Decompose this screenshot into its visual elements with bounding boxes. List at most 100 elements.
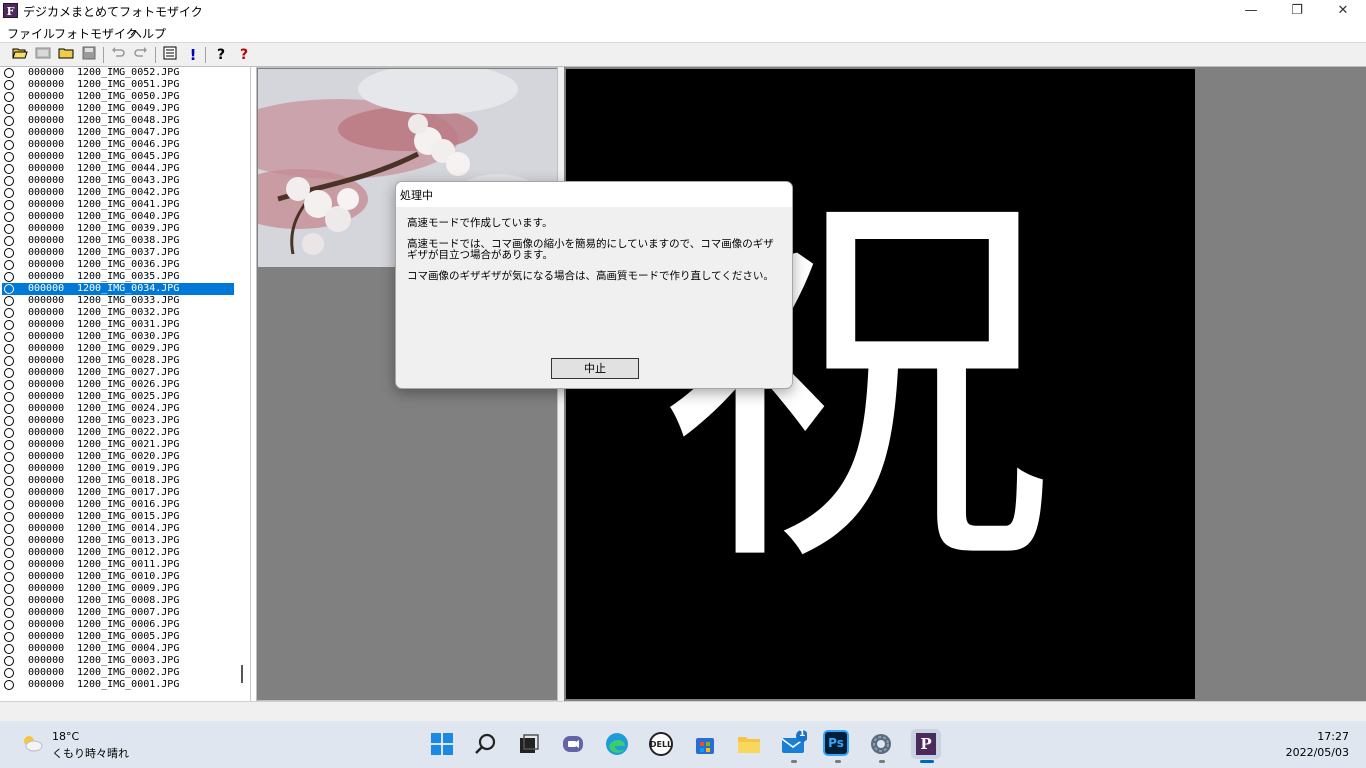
- file-list-row[interactable]: 000000 1200_IMG_0031.JPG: [0, 319, 250, 331]
- file-list[interactable]: 000000 1200_IMG_0052.JPG 000000 1200_IMG_00…: [0, 67, 251, 701]
- file-list-row[interactable]: 000000 1200_IMG_0014.JPG: [0, 523, 250, 535]
- start-icon[interactable]: [428, 730, 456, 758]
- radio-button[interactable]: [4, 296, 14, 306]
- file-list-row[interactable]: 000000 1200_IMG_0051.JPG: [0, 79, 250, 91]
- radio-button[interactable]: [4, 200, 14, 210]
- mail-icon[interactable]: 1: [779, 729, 808, 758]
- file-list-row[interactable]: 000000 1200_IMG_0017.JPG: [0, 487, 250, 499]
- open-folder-icon[interactable]: [10, 46, 30, 64]
- cancel-button[interactable]: 中止: [551, 358, 639, 379]
- file-list-row[interactable]: 000000 1200_IMG_0047.JPG: [0, 127, 250, 139]
- menu-file[interactable]: ファイル: [7, 25, 55, 42]
- radio-button[interactable]: [4, 236, 14, 246]
- radio-button[interactable]: [4, 212, 14, 222]
- file-list-row[interactable]: 000000 1200_IMG_0001.JPG: [0, 679, 250, 691]
- file-list-row[interactable]: 000000 1200_IMG_0024.JPG: [0, 403, 250, 415]
- chat-icon[interactable]: [559, 730, 587, 758]
- radio-button[interactable]: [4, 572, 14, 582]
- file-list-row[interactable]: 000000 1200_IMG_0005.JPG: [0, 631, 250, 643]
- radio-button[interactable]: [4, 644, 14, 654]
- radio-button[interactable]: [4, 368, 14, 378]
- file-list-row[interactable]: 000000 1200_IMG_0019.JPG: [0, 463, 250, 475]
- file-list-row[interactable]: 000000 1200_IMG_0052.JPG: [0, 67, 250, 79]
- file-list-row[interactable]: 000000 1200_IMG_0029.JPG: [0, 343, 250, 355]
- save-icon[interactable]: [79, 46, 99, 64]
- radio-button[interactable]: [4, 140, 14, 150]
- radio-button[interactable]: [4, 560, 14, 570]
- file-list-row[interactable]: 000000 1200_IMG_0048.JPG: [0, 115, 250, 127]
- radio-button[interactable]: [4, 548, 14, 558]
- maximize-button[interactable]: ❐: [1274, 0, 1320, 22]
- file-list-row[interactable]: 000000 1200_IMG_0021.JPG: [0, 439, 250, 451]
- search-icon[interactable]: [472, 730, 500, 758]
- file-list-row[interactable]: 000000 1200_IMG_0020.JPG: [0, 451, 250, 463]
- radio-button[interactable]: [4, 128, 14, 138]
- radio-button[interactable]: [4, 224, 14, 234]
- file-list-row[interactable]: 000000 1200_IMG_0042.JPG: [0, 187, 250, 199]
- radio-button[interactable]: [4, 356, 14, 366]
- radio-button[interactable]: [4, 308, 14, 318]
- weather-text[interactable]: くもり時々晴れ: [52, 745, 129, 761]
- file-list-row[interactable]: 000000 1200_IMG_0027.JPG: [0, 367, 250, 379]
- file-list-row[interactable]: 000000 1200_IMG_0046.JPG: [0, 139, 250, 151]
- file-list-row[interactable]: 000000 1200_IMG_0007.JPG: [0, 607, 250, 619]
- photoshop-icon[interactable]: Ps: [823, 730, 849, 756]
- settings-icon[interactable]: [867, 730, 895, 758]
- file-list-row[interactable]: 000000 1200_IMG_0033.JPG: [0, 295, 250, 307]
- radio-button[interactable]: [4, 620, 14, 630]
- undo-icon[interactable]: [108, 46, 128, 64]
- radio-button[interactable]: [4, 524, 14, 534]
- file-list-row[interactable]: 000000 1200_IMG_0036.JPG: [0, 259, 250, 271]
- weather-icon[interactable]: [21, 733, 43, 753]
- file-list-row[interactable]: 000000 1200_IMG_0037.JPG: [0, 247, 250, 259]
- radio-button[interactable]: [4, 452, 14, 462]
- radio-button[interactable]: [4, 344, 14, 354]
- file-list-row[interactable]: 000000 1200_IMG_0049.JPG: [0, 103, 250, 115]
- radio-button[interactable]: [4, 176, 14, 186]
- file-list-row[interactable]: 000000 1200_IMG_0044.JPG: [0, 163, 250, 175]
- file-list-row[interactable]: 000000 1200_IMG_0034.JPG: [0, 283, 250, 295]
- redo-icon[interactable]: [131, 46, 151, 64]
- radio-button[interactable]: [4, 332, 14, 342]
- menu-help[interactable]: ヘルプ: [130, 25, 166, 42]
- file-list-row[interactable]: 000000 1200_IMG_0018.JPG: [0, 475, 250, 487]
- file-list-row[interactable]: 000000 1200_IMG_0041.JPG: [0, 199, 250, 211]
- image-icon[interactable]: [33, 46, 53, 64]
- file-list-row[interactable]: 000000 1200_IMG_0050.JPG: [0, 91, 250, 103]
- radio-button[interactable]: [4, 116, 14, 126]
- list-icon[interactable]: [160, 46, 180, 64]
- file-list-row[interactable]: 000000 1200_IMG_0009.JPG: [0, 583, 250, 595]
- minimize-button[interactable]: —: [1228, 0, 1274, 22]
- file-list-row[interactable]: 000000 1200_IMG_0022.JPG: [0, 427, 250, 439]
- folder-icon[interactable]: [56, 46, 76, 64]
- radio-button[interactable]: [4, 284, 14, 294]
- radio-button[interactable]: [4, 500, 14, 510]
- radio-button[interactable]: [4, 440, 14, 450]
- file-list-row[interactable]: 000000 1200_IMG_0013.JPG: [0, 535, 250, 547]
- radio-button[interactable]: [4, 584, 14, 594]
- file-list-row[interactable]: 000000 1200_IMG_0008.JPG: [0, 595, 250, 607]
- radio-button[interactable]: [4, 68, 14, 78]
- scrollbar-thumb[interactable]: [241, 665, 243, 683]
- store-icon[interactable]: [691, 730, 719, 758]
- radio-button[interactable]: [4, 596, 14, 606]
- radio-button[interactable]: [4, 416, 14, 426]
- radio-button[interactable]: [4, 488, 14, 498]
- menu-photomosaic[interactable]: フォトモザイク: [54, 25, 138, 42]
- file-list-row[interactable]: 000000 1200_IMG_0010.JPG: [0, 571, 250, 583]
- radio-button[interactable]: [4, 188, 14, 198]
- temperature[interactable]: 18°C: [52, 730, 79, 743]
- radio-button[interactable]: [4, 104, 14, 114]
- radio-button[interactable]: [4, 428, 14, 438]
- radio-button[interactable]: [4, 668, 14, 678]
- radio-button[interactable]: [4, 92, 14, 102]
- file-list-row[interactable]: 000000 1200_IMG_0002.JPG: [0, 667, 250, 679]
- radio-button[interactable]: [4, 260, 14, 270]
- file-list-row[interactable]: 000000 1200_IMG_0030.JPG: [0, 331, 250, 343]
- radio-button[interactable]: [4, 380, 14, 390]
- radio-button[interactable]: [4, 272, 14, 282]
- file-list-row[interactable]: 000000 1200_IMG_0025.JPG: [0, 391, 250, 403]
- file-list-row[interactable]: 000000 1200_IMG_0028.JPG: [0, 355, 250, 367]
- radio-button[interactable]: [4, 164, 14, 174]
- file-list-row[interactable]: 000000 1200_IMG_0011.JPG: [0, 559, 250, 571]
